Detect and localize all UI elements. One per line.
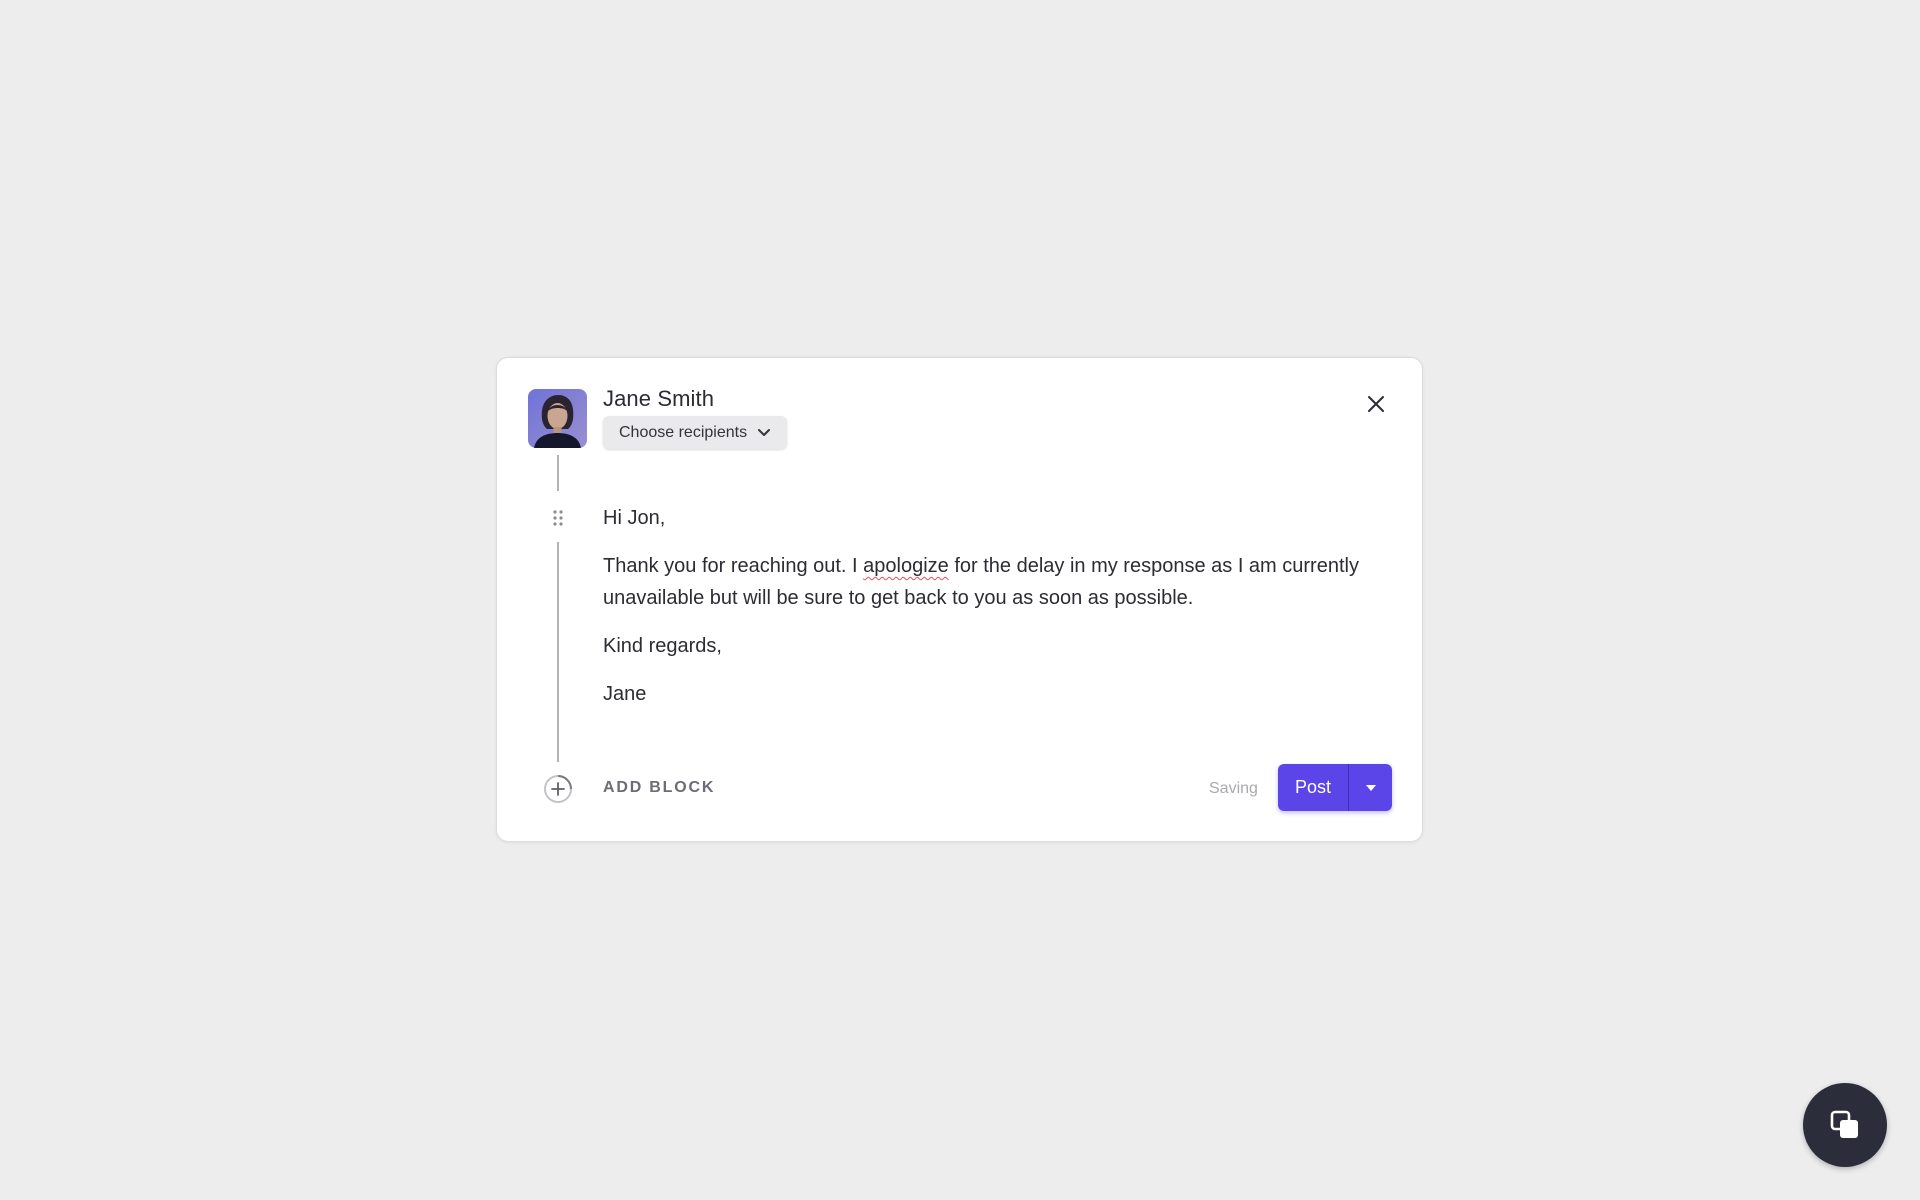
- drag-handle-icon[interactable]: [551, 509, 565, 527]
- message-signature[interactable]: Jane: [603, 678, 1393, 710]
- thread-line-body: [557, 542, 559, 762]
- plus-circle-icon: [544, 775, 572, 803]
- message-closing[interactable]: Kind regards,: [603, 630, 1393, 662]
- add-block-label[interactable]: ADD BLOCK: [603, 779, 715, 797]
- chevron-down-icon: [758, 428, 771, 436]
- choose-recipients-dropdown[interactable]: Choose recipients: [603, 416, 788, 449]
- copy-icon: [1830, 1110, 1858, 1138]
- saving-status: Saving: [1209, 780, 1258, 797]
- recipients-label: Choose recipients: [619, 423, 748, 441]
- close-icon: [1368, 396, 1384, 412]
- caret-down-icon: [1365, 784, 1376, 791]
- post-button[interactable]: Post: [1278, 764, 1348, 811]
- avatar: [528, 389, 587, 448]
- message-text-before: Thank you for reaching out. I: [603, 555, 864, 577]
- post-composer-card: Jane Smith Choose recipients Hi Jon, Tha…: [496, 357, 1423, 842]
- author-name: Jane Smith: [603, 386, 715, 411]
- message-greeting[interactable]: Hi Jon,: [603, 502, 1393, 534]
- post-button-group: Post: [1278, 764, 1392, 811]
- thread-line-top: [557, 455, 559, 491]
- message-editor[interactable]: Hi Jon, Thank you for reaching out. I ap…: [603, 502, 1393, 726]
- close-button[interactable]: [1364, 392, 1388, 416]
- add-block-button[interactable]: [543, 774, 573, 804]
- post-options-button[interactable]: [1349, 764, 1392, 811]
- message-paragraph[interactable]: Thank you for reaching out. I apologize …: [603, 550, 1393, 614]
- floating-action-button[interactable]: [1803, 1083, 1887, 1167]
- misspelled-word[interactable]: apologize: [863, 555, 949, 577]
- avatar-image: [528, 389, 587, 448]
